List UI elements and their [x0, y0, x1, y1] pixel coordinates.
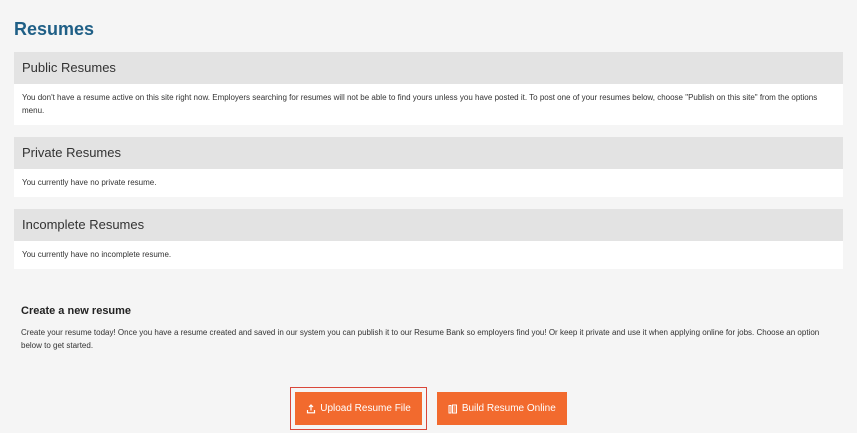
private-resumes-section: Private Resumes You currently have no pr…	[14, 137, 843, 197]
create-resume-title: Create a new resume	[21, 305, 132, 317]
page-title: Resumes	[14, 19, 95, 39]
build-button-wrapper: Build Resume Online	[436, 392, 567, 430]
upload-resume-button[interactable]: Upload Resume File	[295, 392, 422, 425]
build-resume-label: Build Resume Online	[461, 403, 556, 414]
upload-button-focus-ring: Upload Resume File	[290, 387, 427, 430]
document-icon	[448, 404, 458, 414]
section-text: You don't have a resume active on this s…	[22, 93, 818, 115]
section-heading: Incomplete Resumes	[14, 209, 843, 241]
build-resume-button[interactable]: Build Resume Online	[436, 392, 567, 425]
create-resume-section: Create a new resume Create your resume t…	[14, 281, 843, 352]
section-text: You currently have no private resume.	[22, 178, 157, 187]
resume-action-buttons: Upload Resume File Build Resume Online	[0, 387, 857, 430]
incomplete-resumes-section: Incomplete Resumes You currently have no…	[14, 209, 843, 269]
public-resumes-section: Public Resumes You don't have a resume a…	[14, 52, 843, 125]
resumes-page: Resumes Public Resumes You don't have a …	[0, 0, 857, 433]
upload-icon	[306, 403, 316, 414]
upload-resume-label: Upload Resume File	[320, 403, 411, 414]
section-text: You currently have no incomplete resume.	[22, 250, 172, 259]
section-heading: Private Resumes	[14, 137, 843, 169]
section-heading: Public Resumes	[14, 52, 843, 84]
create-resume-description: Create your resume today! Once you have …	[21, 328, 820, 350]
